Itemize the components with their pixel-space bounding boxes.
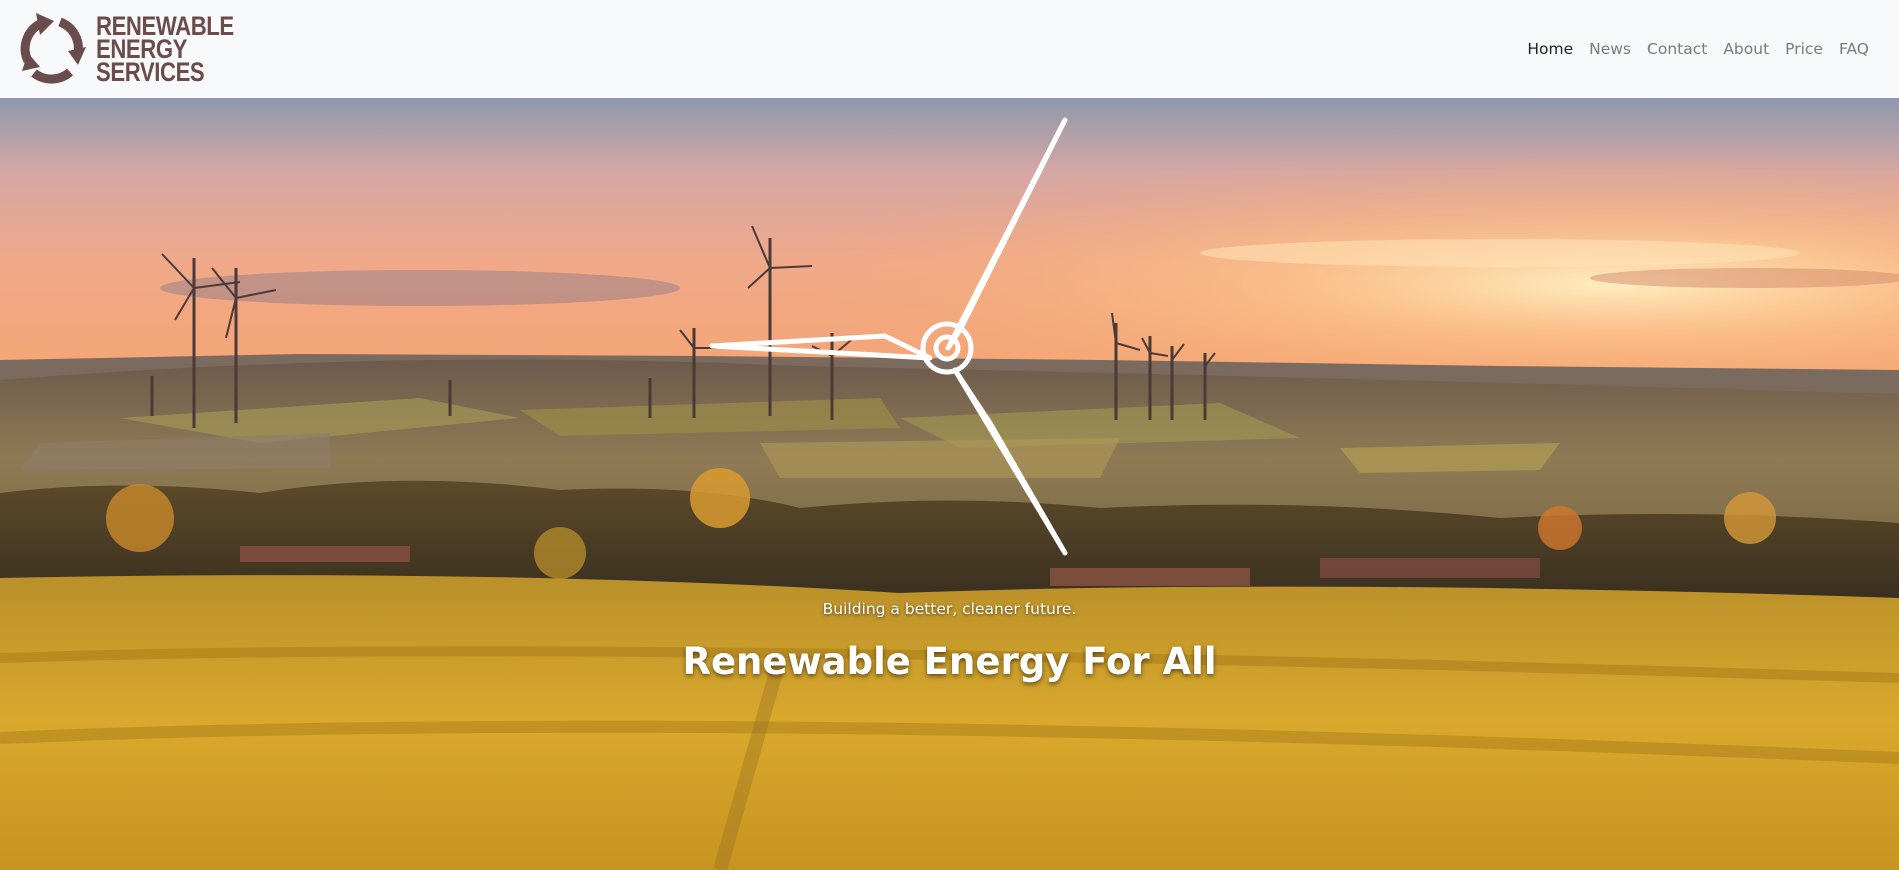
hero-headline: Renewable Energy For All xyxy=(682,640,1217,683)
nav-about[interactable]: About xyxy=(1715,40,1777,58)
brand[interactable]: RENEWABLE ENERGY SERVICES xyxy=(12,0,264,98)
brand-line-3: SERVICES xyxy=(96,56,205,87)
nav-home[interactable]: Home xyxy=(1519,40,1581,58)
hero-tagline: Building a better, cleaner future. xyxy=(822,600,1077,618)
nav-contact[interactable]: Contact xyxy=(1639,40,1715,58)
brand-name: RENEWABLE ENERGY SERVICES xyxy=(96,12,234,87)
hero-background-image xyxy=(0,98,1899,870)
nav-news[interactable]: News xyxy=(1581,40,1639,58)
hero-section: Building a better, cleaner future. Renew… xyxy=(0,98,1899,870)
navbar: RENEWABLE ENERGY SERVICES Home News Cont… xyxy=(0,0,1899,98)
recycle-arrows-icon xyxy=(20,13,86,84)
main-nav: Home News Contact About Price FAQ xyxy=(1519,40,1877,58)
nav-price[interactable]: Price xyxy=(1777,40,1831,58)
nav-faq[interactable]: FAQ xyxy=(1831,40,1877,58)
